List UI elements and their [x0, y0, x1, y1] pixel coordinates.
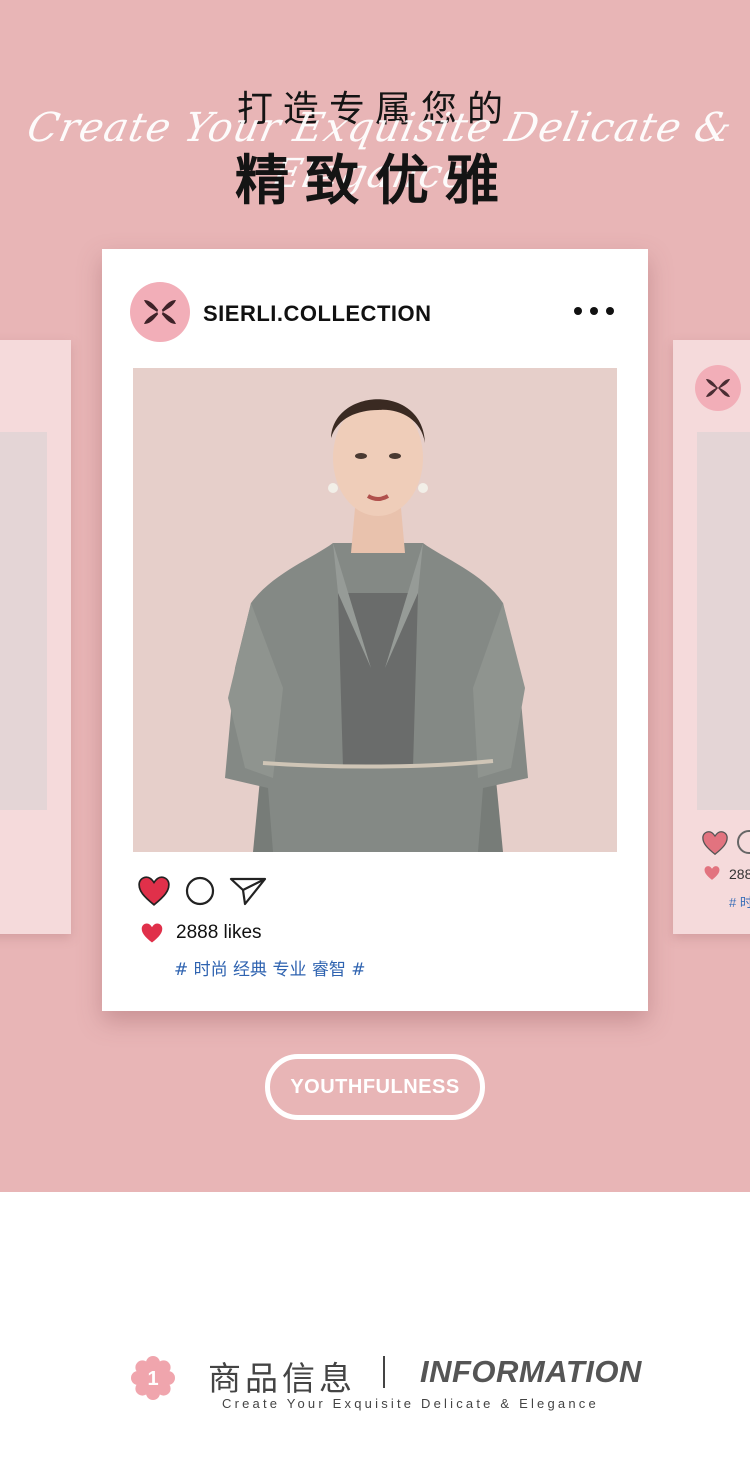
info-divider [383, 1356, 385, 1388]
info-title-cn: 商品信息 [208, 1359, 356, 1398]
hero-title-line2: 精致优雅 [235, 149, 515, 212]
side-avatar [695, 365, 741, 411]
heart-icon[interactable] [701, 830, 729, 856]
comment-icon[interactable] [737, 830, 750, 854]
side-post-photo [697, 432, 750, 810]
model-photo-illustration [133, 368, 617, 852]
post-actions [137, 874, 281, 908]
hero-section: 打造专属您的 Create Your Exquisite Delicate & … [0, 0, 750, 1192]
badge-number: 1 [147, 1368, 158, 1390]
comment-icon[interactable] [185, 876, 215, 906]
likes-count: 2888 likes [176, 922, 262, 943]
youthfulness-button[interactable]: YOUTHFULNESS [265, 1054, 485, 1120]
flower-badge-icon: 1 [131, 1356, 175, 1400]
side-post-card-left[interactable] [0, 340, 71, 934]
heart-icon[interactable] [137, 875, 171, 907]
likes-row: 2888 likes [140, 922, 262, 944]
post-photo [133, 368, 617, 852]
side-likes-count: 288 [729, 866, 750, 882]
avatar[interactable] [130, 282, 190, 342]
more-dots-icon[interactable] [574, 299, 614, 323]
side-post-photo [0, 432, 47, 810]
info-subtitle: Create Your Exquisite Delicate & Eleganc… [222, 1396, 599, 1411]
account-handle[interactable]: SIERLI.COLLECTION [203, 301, 432, 327]
brand-logo-icon [706, 379, 730, 397]
brand-logo-icon [144, 300, 176, 324]
product-info-header: 1 商品信息 INFORMATION Create Your Exquisite… [0, 1340, 750, 1430]
share-icon[interactable] [229, 876, 267, 906]
side-post-card-right[interactable]: 288 # 时 [673, 340, 750, 934]
post-hashtags[interactable]: # 时尚 经典 专业 睿智 # [174, 955, 366, 980]
heart-icon [704, 866, 720, 880]
heart-icon [141, 923, 163, 943]
info-title-en: INFORMATION [420, 1354, 642, 1389]
post-card: SIERLI.COLLECTION 2888 likes # 时尚 经典 专业 … [102, 249, 648, 1011]
side-hashtag[interactable]: # 时 [729, 892, 750, 911]
